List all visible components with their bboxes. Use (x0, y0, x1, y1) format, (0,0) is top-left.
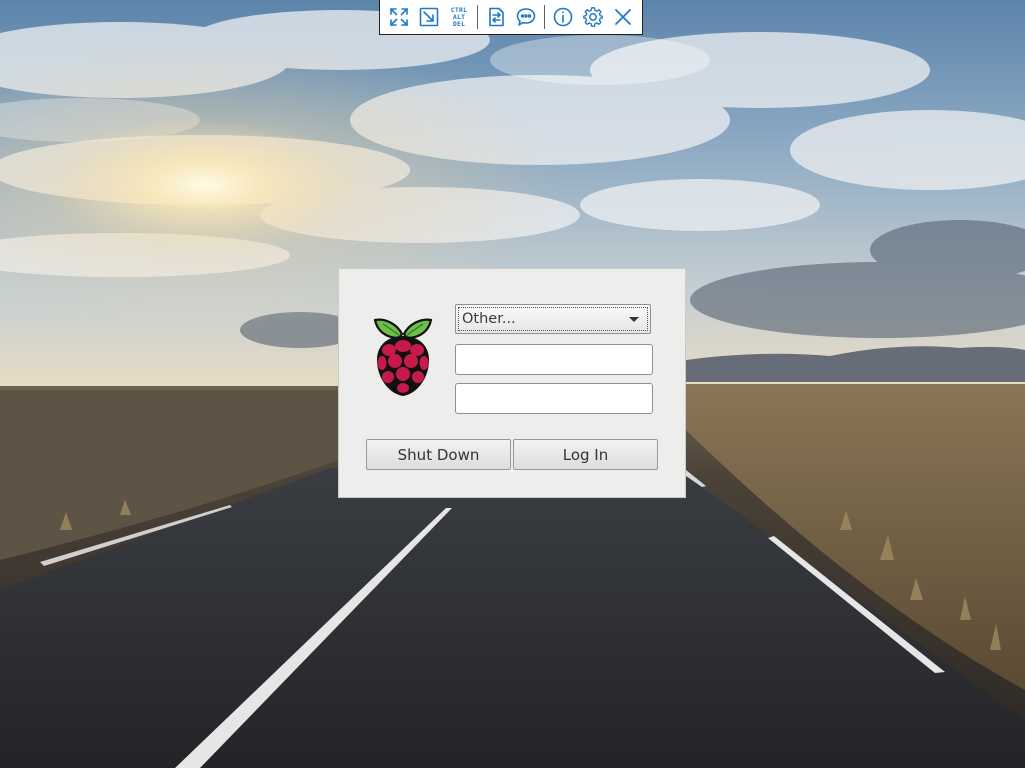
username-input[interactable] (455, 344, 653, 375)
info-button[interactable] (550, 3, 577, 31)
close-button[interactable] (610, 3, 637, 31)
user-select-focus: Other... (458, 307, 648, 331)
toolbar-separator (477, 5, 479, 29)
chevron-down-icon (629, 316, 639, 322)
chat-button[interactable] (513, 3, 540, 31)
shutdown-button-label: Shut Down (397, 445, 480, 464)
login-dialog: Other... Shut Down Log In (338, 268, 686, 498)
file-transfer-icon (489, 7, 504, 27)
user-select[interactable]: Other... (455, 304, 651, 334)
toolbar-separator (544, 5, 546, 29)
desktop: CTRL ALT DEL Other... Shut Down Log In (0, 0, 1025, 768)
file-transfer-button[interactable] (483, 3, 510, 31)
ctrl-alt-del-button[interactable]: CTRL ALT DEL (446, 3, 473, 31)
ctrl-alt-del-line: DEL (452, 19, 466, 28)
login-button[interactable]: Log In (513, 439, 658, 470)
scale-to-fit-button[interactable] (416, 3, 443, 31)
fullscreen-icon (390, 8, 408, 26)
shutdown-button[interactable]: Shut Down (366, 439, 511, 470)
password-input[interactable] (455, 383, 653, 414)
ctrl-alt-del-icon: CTRL ALT DEL (451, 6, 467, 28)
settings-button[interactable] (580, 3, 607, 31)
fullscreen-button[interactable] (386, 3, 413, 31)
info-icon (553, 7, 573, 27)
close-icon (615, 9, 631, 25)
raspberry-pi-logo (373, 318, 433, 396)
vnc-toolbar: CTRL ALT DEL (379, 0, 643, 35)
chat-icon (516, 8, 536, 26)
login-button-label: Log In (562, 445, 609, 464)
gear-icon (583, 7, 603, 27)
user-select-value: Other... (462, 311, 516, 327)
scale-to-fit-icon (419, 7, 439, 27)
